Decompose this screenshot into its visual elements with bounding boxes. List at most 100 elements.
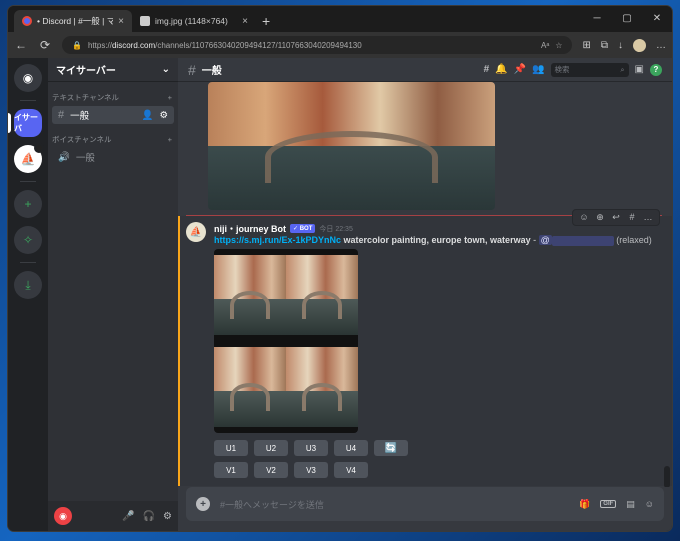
u1-button[interactable]: U1 (214, 440, 248, 456)
lock-icon: 🔒 (72, 40, 82, 50)
user-mention-redacted[interactable] (551, 235, 614, 246)
app-icon[interactable]: ⊕ (593, 212, 607, 223)
v3-button[interactable]: V3 (294, 462, 328, 478)
u4-button[interactable]: U4 (334, 440, 368, 456)
tab-close-icon[interactable]: × (118, 16, 124, 27)
more-menu-icon[interactable]: … (656, 40, 666, 51)
help-icon[interactable]: ? (650, 63, 662, 76)
channel-sidebar: マイサーバー ⌄ テキストチャンネル + # 一般 👤 ⚙ ボイスチャンネル +… (48, 58, 178, 531)
gift-icon[interactable]: 🎁 (579, 499, 590, 510)
chevron-down-icon: ⌄ (161, 64, 170, 75)
minimize-icon[interactable]: ─ (582, 6, 612, 30)
category-text[interactable]: テキストチャンネル + (48, 82, 178, 106)
new-tab-button[interactable]: + (256, 13, 276, 32)
grid-image-3 (214, 347, 286, 427)
user-settings-icon[interactable]: ⚙ (163, 511, 172, 522)
u2-button[interactable]: U2 (254, 440, 288, 456)
more-icon[interactable]: … (641, 212, 655, 223)
reload-icon[interactable]: ⟳ (38, 38, 52, 52)
collections-icon[interactable]: ⧉ (601, 40, 608, 51)
notification-bell-icon[interactable]: 🔔 (495, 64, 507, 75)
prompt-link[interactable]: https://s.mj.run/Ex-1kPDYnNc (214, 235, 341, 245)
grid-image-2 (286, 255, 358, 335)
members-icon[interactable]: 👥 (532, 64, 544, 75)
chat-area: # 一般 # 🔔 📌 👥 検索 ⌕ ▣ ? ⛵ niji・journey Bot… (178, 58, 672, 531)
server-myserver[interactable]: イサーバ (8, 109, 42, 137)
scrollbar-thumb[interactable] (664, 466, 670, 487)
prompt-dash: - (530, 235, 539, 245)
threads-icon[interactable]: # (484, 64, 490, 75)
bot-avatar[interactable]: ⛵ (186, 222, 206, 242)
channel-general-text[interactable]: # 一般 👤 ⚙ (52, 106, 174, 124)
gif-icon[interactable]: GIF (600, 500, 617, 508)
search-input[interactable]: 検索 ⌕ (550, 62, 629, 77)
emoji-icon[interactable]: ☺ (645, 499, 654, 509)
tab-close-icon[interactable]: × (242, 16, 248, 27)
maximize-icon[interactable]: ▢ (612, 6, 642, 30)
message-actions-toolbar: ☺ ⊕ ↩ # … (572, 209, 660, 226)
reroll-icon: 🔄 (384, 442, 398, 454)
tab-discord[interactable]: • Discord | #一般 | マイサーバー × (14, 10, 132, 32)
message-timestamp: 今日 22:35 (319, 225, 353, 233)
v4-button[interactable]: V4 (334, 462, 368, 478)
browser-window: • Discord | #一般 | マイサーバー × img.jpg (1148… (8, 6, 672, 531)
u3-button[interactable]: U3 (294, 440, 328, 456)
download-apps-button[interactable]: ⤓ (14, 271, 42, 299)
profile-avatar[interactable] (633, 38, 646, 52)
invite-icon[interactable]: 👤 (142, 110, 154, 121)
url-field[interactable]: 🔒 https://discord.com/channels/110766304… (62, 36, 573, 54)
message-content: https://s.mj.run/Ex-1kPDYnNc watercolor … (214, 235, 652, 246)
home-button[interactable]: ◉ (14, 64, 42, 92)
bot-badge: ✓ BOT (290, 224, 316, 233)
selected-pill (8, 113, 11, 133)
create-thread-icon[interactable]: # (625, 212, 639, 223)
message-input[interactable]: #一般へメッセージを送信 (220, 498, 324, 511)
v2-button[interactable]: V2 (254, 462, 288, 478)
reply-icon[interactable]: ↩ (609, 212, 623, 223)
category-voice[interactable]: ボイスチャンネル + (48, 124, 178, 148)
server-separator (20, 100, 36, 101)
reroll-button[interactable]: 🔄 (374, 440, 408, 456)
close-window-icon[interactable]: ✕ (642, 6, 672, 30)
channel-general-voice[interactable]: 🔊 一般 (52, 148, 174, 166)
server-name: マイサーバー (56, 66, 116, 77)
attach-plus-icon[interactable]: + (196, 497, 210, 511)
add-channel-icon[interactable]: + (168, 93, 172, 102)
prompt-text: watercolor painting, europe town, waterw… (343, 235, 531, 245)
settings-gear-icon[interactable]: ⚙ (159, 110, 168, 121)
favorite-star-icon[interactable]: ☆ (555, 41, 562, 50)
grid-image-1 (214, 255, 286, 335)
hash-icon: # (188, 61, 196, 78)
previous-image-attachment[interactable] (208, 82, 495, 210)
discord-favicon-icon (22, 16, 32, 26)
v1-button[interactable]: V1 (214, 462, 248, 478)
add-reaction-icon[interactable]: ☺ (577, 212, 591, 223)
add-server-button[interactable]: + (14, 190, 42, 218)
tab-image[interactable]: img.jpg (1148×764) × (132, 10, 256, 32)
sticker-icon[interactable]: ▤ (626, 499, 635, 510)
back-icon[interactable]: ← (14, 38, 28, 52)
server-header[interactable]: マイサーバー ⌄ (48, 58, 178, 82)
channel-label: 一般 (75, 153, 95, 164)
image-grid-attachment[interactable] (214, 249, 358, 433)
user-mention[interactable]: @ (538, 235, 552, 245)
author-name[interactable]: niji・journey Bot (214, 222, 286, 235)
status-dot (34, 143, 44, 153)
channel-title: 一般 (201, 66, 222, 77)
split-screen-icon[interactable]: ⊞ (582, 40, 590, 51)
discord-app: ◉ イサーバ ⛵ + ✧ ⤓ マイサーバー ⌄ テキストチャンネル + # 一般… (8, 58, 672, 531)
server-label: イサーバ (14, 113, 38, 133)
explore-servers-button[interactable]: ✧ (14, 226, 42, 254)
add-channel-icon[interactable]: + (168, 135, 172, 144)
downloads-icon[interactable]: ↓ (618, 40, 623, 51)
mute-mic-icon[interactable]: 🎤 (122, 511, 134, 522)
user-avatar[interactable]: ◉ (54, 507, 72, 525)
headphones-icon[interactable]: 🎧 (143, 511, 155, 522)
pin-icon[interactable]: 📌 (514, 64, 526, 75)
tab-title: img.jpg (1148×764) (155, 16, 228, 26)
channel-label: 一般 (70, 111, 90, 122)
server-midjourney[interactable]: ⛵ (14, 143, 44, 173)
inbox-icon[interactable]: ▣ (635, 64, 644, 75)
read-aloud-icon[interactable]: Aᵃ (541, 41, 549, 50)
browser-toolbar: ⊞ ⧉ ↓ … (582, 38, 666, 52)
